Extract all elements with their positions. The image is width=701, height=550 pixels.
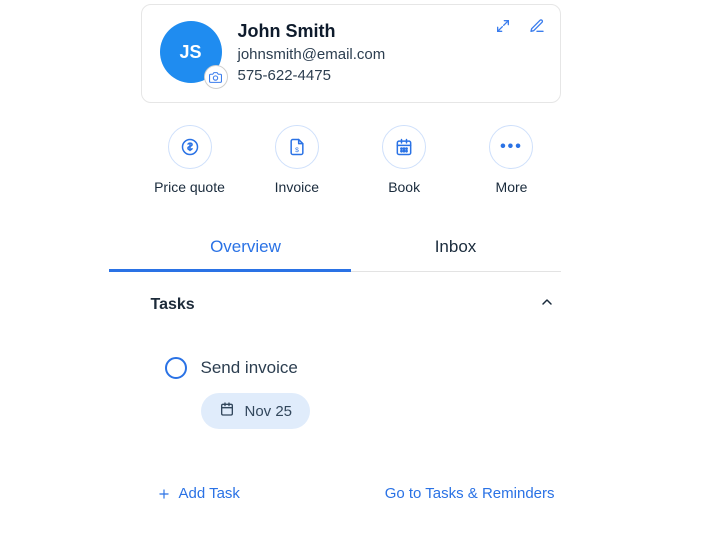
plus-icon — [157, 487, 171, 501]
calendar-icon — [382, 125, 426, 169]
price-quote-button[interactable]: Price quote — [145, 125, 235, 195]
contact-phone: 575-622-4475 — [238, 65, 386, 86]
invoice-file-icon: $ — [275, 125, 319, 169]
expand-icon[interactable] — [494, 17, 512, 35]
tasks-heading: Tasks — [151, 296, 195, 314]
edit-icon[interactable] — [528, 17, 546, 35]
task-checkbox[interactable] — [165, 357, 187, 379]
tab-overview[interactable]: Overview — [141, 227, 351, 271]
chevron-up-icon[interactable] — [539, 294, 555, 315]
avatar: JS — [160, 21, 224, 85]
action-label: Invoice — [275, 179, 319, 195]
dollar-circle-icon — [168, 125, 212, 169]
task-title: Send invoice — [201, 358, 298, 378]
contact-card: JS John Smith johnsmith@email.com 575-62… — [141, 4, 561, 103]
add-task-button[interactable]: Add Task — [157, 485, 240, 502]
add-task-label: Add Task — [179, 485, 240, 502]
contact-email: johnsmith@email.com — [238, 44, 386, 65]
invoice-button[interactable]: $ Invoice — [252, 125, 342, 195]
camera-icon[interactable] — [204, 65, 228, 89]
more-button[interactable]: ••• More — [466, 125, 556, 195]
action-label: Book — [388, 179, 420, 195]
more-icon: ••• — [489, 125, 533, 169]
task-date: Nov 25 — [245, 403, 293, 420]
task-item: Send invoice Nov 25 — [141, 357, 561, 429]
tab-inbox[interactable]: Inbox — [351, 227, 561, 271]
action-label: Price quote — [154, 179, 225, 195]
book-button[interactable]: Book — [359, 125, 449, 195]
goto-tasks-link[interactable]: Go to Tasks & Reminders — [385, 485, 555, 502]
task-date-chip[interactable]: Nov 25 — [201, 393, 311, 429]
action-label: More — [496, 179, 528, 195]
contact-name: John Smith — [238, 21, 386, 42]
calendar-small-icon — [219, 401, 235, 421]
svg-text:$: $ — [295, 147, 299, 154]
